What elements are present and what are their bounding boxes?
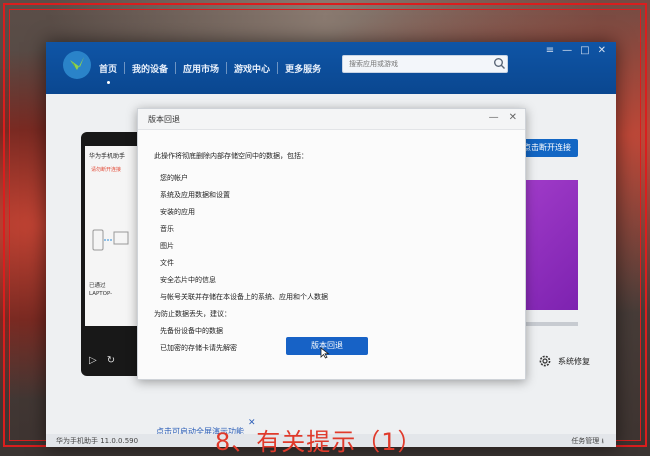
task-manager-link[interactable]: 任务管理 ⭳ <box>571 436 604 448</box>
data-item-pictures: 图片 <box>160 242 174 250</box>
phone-connection-line1: 已通过 <box>89 283 106 289</box>
phone-header: 华为手机助手 <box>89 153 126 160</box>
mouse-cursor-icon <box>320 347 330 359</box>
dialog-title: 版本回退 <box>148 115 180 124</box>
phone-screen: 华为手机助手 请勿断开连接 已通过 LAPTOP- <box>85 146 139 326</box>
maximize-icon[interactable]: □ <box>580 46 589 56</box>
tip-close-icon[interactable]: ✕ <box>248 418 256 428</box>
dialog-body: 此操作将彻底删除内部存储空间中的数据，包括： 您的帐户 系统及应用数据和设置 安… <box>154 151 509 360</box>
dialog-minimize-icon[interactable]: — <box>489 112 499 123</box>
system-repair-label: 系统修复 <box>558 356 590 366</box>
phone-connection-line2: LAPTOP- <box>89 291 113 297</box>
dialog-titlebar: 版本回退 — ✕ <box>138 109 525 130</box>
play-icon[interactable]: ▷ <box>89 355 97 366</box>
search-input[interactable] <box>342 55 508 73</box>
minimize-icon[interactable]: — <box>562 46 572 56</box>
app-window: 首页 我的设备 应用市场 游戏中心 更多服务 ≡ — □ ✕ 点击断开连接 <box>46 42 616 447</box>
phone-connection-text: 已通过 LAPTOP- <box>89 282 112 298</box>
phone-controls: ▷ ↻ <box>89 355 115 366</box>
search-icon[interactable] <box>493 57 506 70</box>
phone-preview[interactable]: 华为手机助手 请勿断开连接 已通过 LAPTOP- ▷ ↻ <box>81 132 143 376</box>
nav-game-center[interactable]: 游戏中心 <box>227 62 277 75</box>
data-item-apps: 安装的应用 <box>160 208 195 216</box>
slide-caption: 8、有关提示（1） <box>215 428 423 456</box>
system-repair-button[interactable]: 系统修复 <box>538 354 590 368</box>
nav-home[interactable]: 首页 <box>92 62 124 84</box>
data-item-settings: 系统及应用数据和设置 <box>160 191 230 199</box>
menu-icon[interactable]: ≡ <box>546 46 554 56</box>
app-logo-icon <box>63 51 91 79</box>
app-titlebar: 首页 我的设备 应用市场 游戏中心 更多服务 ≡ — □ ✕ <box>46 42 616 94</box>
gear-icon <box>539 355 551 367</box>
close-icon[interactable]: ✕ <box>598 46 606 56</box>
nav-app-market[interactable]: 应用市场 <box>176 62 226 75</box>
dialog-controls: — ✕ <box>489 112 517 123</box>
dialog-intro: 此操作将彻底删除内部存储空间中的数据，包括： <box>154 152 308 160</box>
window-controls: ≡ — □ ✕ <box>546 46 606 56</box>
data-item-files: 文件 <box>160 259 174 267</box>
nav-my-devices[interactable]: 我的设备 <box>125 62 175 75</box>
data-item-music: 音乐 <box>160 225 174 233</box>
main-nav: 首页 我的设备 应用市场 游戏中心 更多服务 <box>92 42 328 94</box>
phone-warning: 请勿断开连接 <box>91 167 122 173</box>
dialog-close-icon[interactable]: ✕ <box>509 112 517 123</box>
nav-more-services[interactable]: 更多服务 <box>278 62 328 75</box>
rotate-icon[interactable]: ↻ <box>107 355 115 366</box>
rollback-dialog: 版本回退 — ✕ 此操作将彻底删除内部存储空间中的数据，包括： 您的帐户 系统及… <box>137 108 526 380</box>
data-item-security-chip: 安全芯片中的信息 <box>160 276 216 284</box>
version-text: 华为手机助手 11.0.0.590 <box>56 437 139 445</box>
advice-item-backup: 先备份设备中的数据 <box>160 327 223 335</box>
data-item-account: 您的帐户 <box>160 174 188 182</box>
advice-title: 为防止数据丢失，建议： <box>154 310 231 318</box>
data-item-account-data: 与帐号关联并存储在本设备上的系统、应用和个人数据 <box>160 293 328 301</box>
phone-connection-graphic <box>92 229 129 251</box>
